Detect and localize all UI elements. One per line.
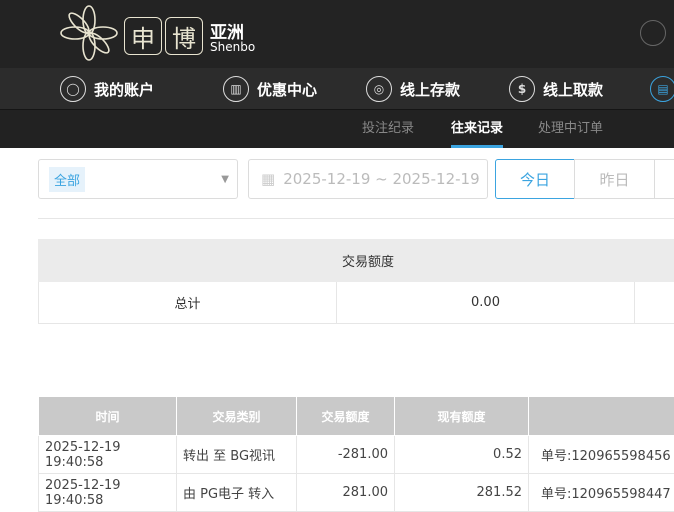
main-nav: ◯ 我的账户 ▥ 优惠中心 ◎ 线上存款 $ 线上取款 ▤	[0, 68, 674, 110]
nav-promotions[interactable]: ▥ 优惠中心	[223, 68, 317, 110]
records-icon: ▤	[650, 76, 674, 102]
cell-time: 2025-12-19 19:40:58	[39, 436, 177, 474]
nav-deposit[interactable]: ◎ 线上存款	[366, 68, 460, 110]
summary-amount: 0.00	[337, 282, 635, 324]
calendar-icon: ▦	[261, 170, 275, 188]
nav-label: 优惠中心	[257, 79, 317, 100]
nav-my-account[interactable]: ◯ 我的账户	[60, 68, 154, 110]
yesterday-button[interactable]: 昨日	[574, 159, 655, 199]
col-type: 交易类别	[177, 397, 297, 436]
top-header: 申 博 亚洲 Shenbo	[0, 0, 674, 68]
tab-pending-orders[interactable]: 处理中订单	[538, 110, 603, 148]
col-time: 时间	[39, 397, 177, 436]
table-row: 2025-12-19 19:40:58 由 PG电子 转入 281.00 281…	[39, 474, 674, 512]
cell-balance: 0.52	[395, 436, 529, 474]
logo-latin: Shenbo	[210, 40, 255, 54]
date-range-input[interactable]: ▦ 2025-12-19 ~ 2025-12-19	[248, 159, 488, 199]
cell-order: 单号:120965598456	[529, 436, 674, 474]
transactions-table: 时间 交易类别 交易额度 现有额度 2025-12-19 19:40:58 转出…	[38, 396, 674, 512]
col-amount: 交易额度	[297, 397, 395, 436]
nav-records[interactable]: ▤	[650, 68, 674, 110]
col-order	[529, 397, 674, 436]
summary-label: 总计	[39, 282, 337, 324]
nav-label: 线上存款	[400, 79, 460, 100]
cell-amount: 281.00	[297, 474, 395, 512]
more-range-button[interactable]	[654, 159, 674, 199]
account-icon[interactable]	[640, 20, 666, 46]
date-range-value: 2025-12-19 ~ 2025-12-19	[283, 170, 479, 188]
summary-extra	[635, 282, 674, 324]
logo-char-2: 博	[165, 17, 203, 55]
summary-header: 交易额度	[39, 240, 674, 282]
user-icon: ◯	[60, 76, 86, 102]
deposit-icon: ◎	[366, 76, 392, 102]
selected-type: 全部	[49, 167, 85, 192]
logo-char-1: 申	[124, 17, 162, 55]
nav-label: 我的账户	[94, 79, 154, 100]
summary-table: 交易额度 总计 0.00	[38, 239, 674, 324]
cell-type: 转出 至 BG视讯	[177, 436, 297, 474]
table-row: 2025-12-19 19:40:58 转出 至 BG视讯 -281.00 0.…	[39, 436, 674, 474]
cell-balance: 281.52	[395, 474, 529, 512]
col-balance: 现有额度	[395, 397, 529, 436]
divider	[38, 218, 674, 219]
sub-nav: 投注纪录 往来记录 处理中订单	[0, 110, 674, 148]
gift-icon: ▥	[223, 76, 249, 102]
type-select[interactable]: 全部 ▼	[38, 159, 238, 199]
cell-order: 单号:120965598447	[529, 474, 674, 512]
withdraw-icon: $	[509, 76, 535, 102]
chevron-down-icon: ▼	[221, 174, 229, 185]
logo-flower-icon	[58, 4, 120, 62]
today-button[interactable]: 今日	[495, 159, 575, 199]
cell-type: 由 PG电子 转入	[177, 474, 297, 512]
tab-transaction-records[interactable]: 往来记录	[451, 110, 503, 148]
cell-amount: -281.00	[297, 436, 395, 474]
cell-time: 2025-12-19 19:40:58	[39, 474, 177, 512]
nav-label: 线上取款	[543, 79, 603, 100]
nav-withdraw[interactable]: $ 线上取款	[509, 68, 603, 110]
tab-bet-records[interactable]: 投注纪录	[362, 110, 414, 148]
